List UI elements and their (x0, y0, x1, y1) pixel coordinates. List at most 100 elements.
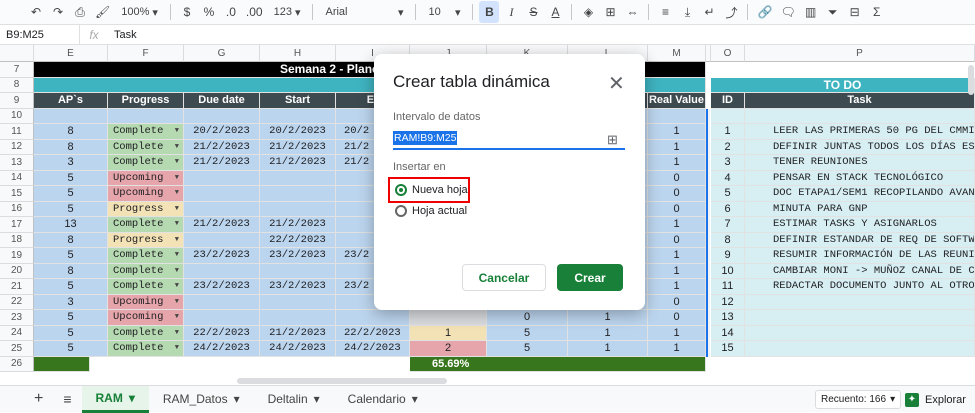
cell-real-value[interactable]: 0 (648, 201, 706, 217)
cell-due-date[interactable] (184, 170, 260, 186)
row-header[interactable]: 10 (0, 108, 34, 124)
cell-aps[interactable]: 8 (34, 263, 108, 279)
horizontal-align-icon[interactable]: ≡ (655, 1, 675, 23)
formula-input[interactable]: Task (108, 29, 137, 41)
column-header[interactable]: E (34, 45, 108, 62)
blank-cell[interactable] (34, 108, 108, 124)
cell-due-date[interactable] (184, 232, 260, 248)
cell-due-date[interactable]: 22/2/2023 (184, 325, 260, 341)
cell-aps[interactable]: 3 (34, 155, 108, 171)
cell-aps[interactable]: 5 (34, 325, 108, 341)
cell-aps[interactable]: 8 (34, 139, 108, 155)
zoom-select[interactable]: 100% ▾ (115, 6, 164, 19)
insert-link-icon[interactable]: 🔗 (754, 1, 775, 23)
progress-dropdown[interactable]: Complete ▼ (108, 139, 184, 155)
row-header[interactable]: 14 (0, 170, 34, 186)
cell-id[interactable]: 8 (711, 232, 745, 248)
cell-task[interactable] (745, 341, 975, 357)
cell-task[interactable]: CAMBIAR MONI -> MUÑOZ CANAL DE CO (745, 263, 975, 279)
progress-dropdown[interactable]: Complete ▼ (108, 325, 184, 341)
cell-start[interactable]: 23/2/2023 (260, 279, 336, 295)
cell-due-date[interactable]: 24/2/2023 (184, 341, 260, 357)
cell-aps[interactable]: 5 (34, 310, 108, 326)
cell-end[interactable]: 22/2/2023 (336, 325, 410, 341)
cell-id[interactable]: 5 (711, 186, 745, 202)
cell-due-date[interactable]: 23/2/2023 (184, 248, 260, 264)
cell-aps[interactable]: 8 (34, 124, 108, 140)
cell-id[interactable]: 15 (711, 341, 745, 357)
cell-col-k[interactable]: 0 (487, 310, 568, 326)
functions-button[interactable]: Σ (867, 1, 887, 23)
column-header[interactable]: G (184, 45, 260, 62)
cell-start[interactable]: 21/2/2023 (260, 217, 336, 233)
header-real-value[interactable]: Real Value (648, 93, 706, 109)
cell-real-value[interactable]: 1 (648, 217, 706, 233)
cell-col-k[interactable]: 5 (487, 341, 568, 357)
explore-button[interactable]: ✦ Explorar (897, 387, 975, 412)
cell-real-value[interactable]: 1 (648, 341, 706, 357)
cell-due-date[interactable]: 21/2/2023 (184, 139, 260, 155)
cell-real-value[interactable]: 1 (648, 325, 706, 341)
blank-cell[interactable] (711, 108, 745, 124)
row-header[interactable]: 24 (0, 325, 34, 341)
cell-due-date[interactable] (184, 263, 260, 279)
cell-start[interactable] (260, 294, 336, 310)
font-size-select[interactable]: 10 ▾ (422, 6, 466, 19)
row-header[interactable]: 21 (0, 279, 34, 295)
cell-due-date[interactable] (184, 294, 260, 310)
cell-id[interactable]: 7 (711, 217, 745, 233)
cell-due-date[interactable]: 20/2/2023 (184, 124, 260, 140)
cell-task[interactable]: RESUMIR INFORMACIÓN DE LAS REUNION (745, 248, 975, 264)
percent-format-button[interactable]: % (199, 1, 219, 23)
column-header[interactable]: F (108, 45, 184, 62)
cell-aps[interactable]: 13 (34, 217, 108, 233)
cell-start[interactable] (260, 310, 336, 326)
strikethrough-button[interactable]: S (523, 1, 543, 23)
cell-id[interactable]: 10 (711, 263, 745, 279)
cell-start[interactable]: 21/2/2023 (260, 139, 336, 155)
cell-id[interactable]: 4 (711, 170, 745, 186)
row-header[interactable]: 26 (0, 356, 34, 372)
tab-calendario[interactable]: Calendario ▾ (334, 386, 432, 413)
cell-col-j[interactable] (410, 310, 487, 326)
cell-task[interactable] (745, 325, 975, 341)
insert-chart-icon[interactable]: ▥ (801, 1, 821, 23)
cell-task[interactable]: MINUTA PARA GNP (745, 201, 975, 217)
progress-bar-fill[interactable] (34, 356, 90, 372)
cell-id[interactable]: 6 (711, 201, 745, 217)
progress-dropdown[interactable]: Upcoming ▼ (108, 170, 184, 186)
blank-cell[interactable] (184, 108, 260, 124)
cell-real-value[interactable]: 1 (648, 248, 706, 264)
progress-dropdown[interactable]: Complete ▼ (108, 248, 184, 264)
currency-format-button[interactable]: $ (177, 1, 197, 23)
header-progress[interactable]: Progress (108, 93, 184, 109)
cell-col-l[interactable]: 1 (568, 341, 648, 357)
print-icon[interactable]: ⎙ (70, 1, 90, 23)
bold-button[interactable]: B (479, 1, 500, 23)
cell-task[interactable]: DOC ETAPA1/SEM1 RECOPILANDO AVANC (745, 186, 975, 202)
cell-col-j[interactable]: 1 (410, 325, 487, 341)
create-button[interactable]: Crear (557, 264, 623, 291)
row-header[interactable]: 20 (0, 263, 34, 279)
tab-deltalin[interactable]: Deltalin ▾ (254, 386, 334, 413)
cell-end[interactable] (336, 310, 410, 326)
cell-task[interactable]: REDACTAR DOCUMENTO JUNTO AL OTRO EQU (745, 279, 975, 295)
cell-aps[interactable]: 5 (34, 341, 108, 357)
horizontal-scrollbar[interactable] (237, 378, 447, 384)
column-header[interactable]: P (745, 45, 975, 62)
cell-real-value[interactable]: 1 (648, 124, 706, 140)
fill-color-icon[interactable]: ◈ (578, 1, 598, 23)
text-rotation-icon[interactable]: ⤴ (721, 1, 741, 23)
cell-id[interactable]: 3 (711, 155, 745, 171)
cell-real-value[interactable]: 1 (648, 139, 706, 155)
cell-real-value[interactable]: 1 (648, 263, 706, 279)
text-wrap-icon[interactable]: ↵ (699, 1, 719, 23)
cell-due-date[interactable] (184, 201, 260, 217)
cell-id[interactable]: 14 (711, 325, 745, 341)
row-header[interactable]: 22 (0, 294, 34, 310)
cell-id[interactable]: 11 (711, 279, 745, 295)
column-header[interactable]: O (711, 45, 745, 62)
cell-col-j[interactable]: 2 (410, 341, 487, 357)
row-header[interactable]: 23 (0, 310, 34, 326)
tab-ram[interactable]: RAM ▾ (81, 385, 149, 413)
